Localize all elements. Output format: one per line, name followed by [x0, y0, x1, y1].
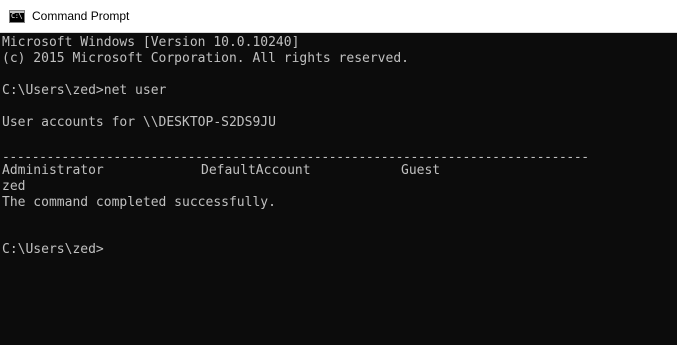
account-administrator: Administrator — [2, 163, 104, 178]
cmd-icon[interactable]: C:\ — [9, 10, 25, 23]
copyright-line: (c) 2015 Microsoft Corporation. All righ… — [2, 51, 409, 66]
accounts-header-line: User accounts for \\DESKTOP-S2DS9JU — [2, 115, 276, 130]
account-guest: Guest — [401, 163, 441, 178]
account-defaultaccount: DefaultAccount — [201, 163, 311, 178]
prompt-line[interactable]: C:\Users\zed> — [2, 242, 104, 258]
completion-message: The command completed successfully. — [2, 195, 276, 210]
command-prompt-window: C:\ Command Prompt Microsoft Windows [Ve… — [0, 0, 677, 345]
console-output-area[interactable]: Microsoft Windows [Version 10.0.10240] (… — [0, 33, 677, 345]
cmd-icon-glyph: C:\ — [11, 12, 23, 20]
window-title: Command Prompt — [32, 9, 130, 23]
title-bar[interactable]: C:\ Command Prompt — [0, 0, 677, 33]
account-zed: zed — [2, 179, 26, 194]
version-line: Microsoft Windows [Version 10.0.10240] — [2, 35, 300, 50]
command-line: C:\Users\zed>net user — [2, 83, 167, 98]
